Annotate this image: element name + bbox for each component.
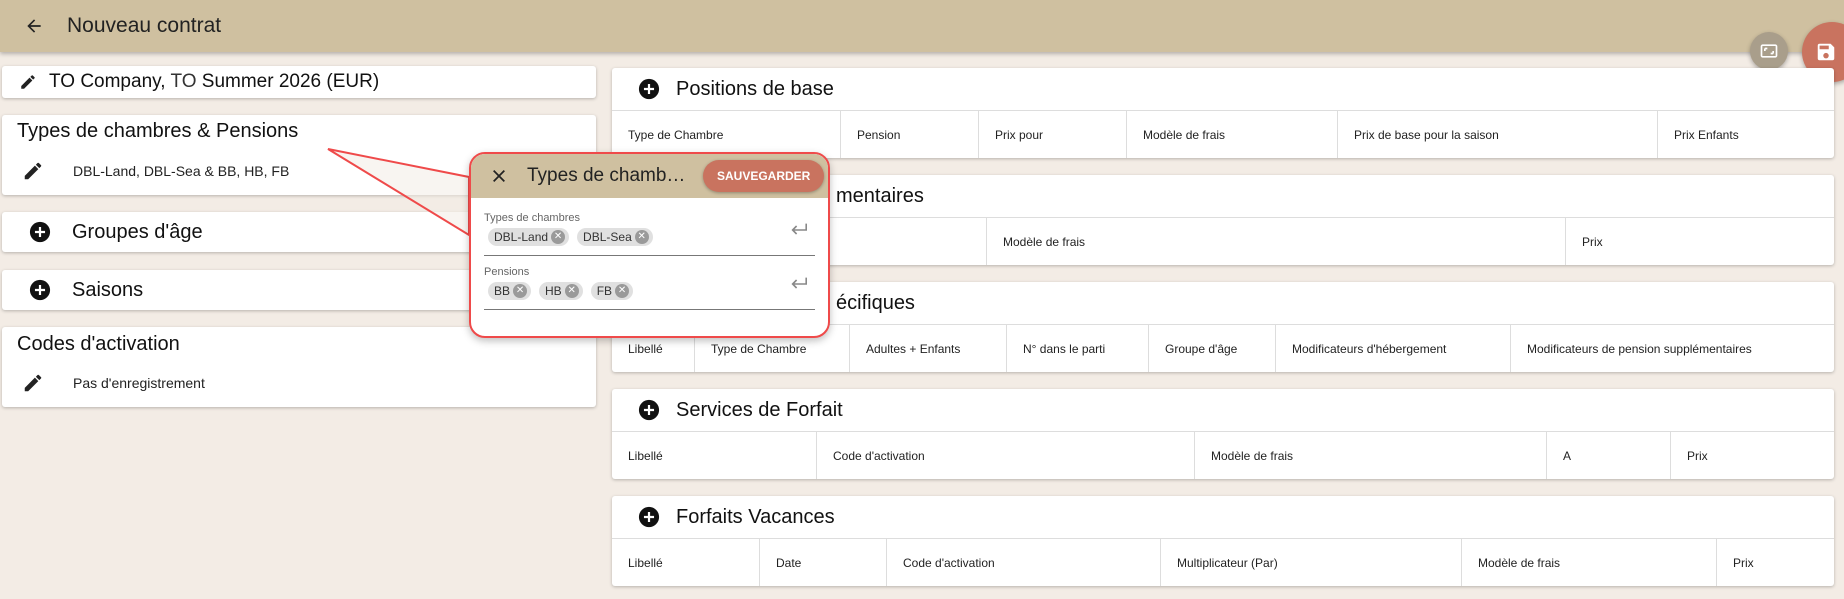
column-header[interactable]: A [1547,432,1671,479]
add-circle-icon[interactable] [29,221,51,243]
close-icon[interactable] [491,168,507,184]
activation-codes-card: Codes d'activation Pas d'enregistrement [2,327,596,407]
section-title: Services de Forfait [676,398,843,421]
room-types-field[interactable]: Types de chambres DBL-Land ✕ DBL-Sea ✕ [484,202,815,256]
column-header[interactable]: Modèle de frais [1127,111,1338,158]
column-header[interactable]: Libellé [612,432,817,479]
remove-chip-icon[interactable]: ✕ [513,284,528,298]
contract-company: TO Company, [49,71,171,92]
column-header[interactable]: Prix pour [979,111,1127,158]
table-header: Type de Chambre Pension Prix pour Modèle… [612,110,1834,158]
field-label: Types de chambres [484,212,580,224]
column-header[interactable]: Modèle de frais [1462,539,1717,586]
chip-label: DBL-Land [494,230,549,244]
section-card: Forfaits Vacances Libellé Date Code d'ac… [612,496,1834,586]
chip: HB ✕ [539,282,583,300]
pencil-icon[interactable] [22,160,44,182]
column-header[interactable]: Modèle de frais [987,218,1566,265]
enter-icon[interactable] [789,222,809,238]
room-types-title: Types de chambres & Pensions [17,120,299,142]
remove-chip-icon[interactable]: ✕ [551,230,566,244]
age-groups-title: Groupes d'âge [72,220,203,243]
save-icon [1817,43,1835,61]
contract-summary-card[interactable]: TO Company, TO Summer 2026 (EUR) [2,66,596,98]
column-header[interactable]: Prix [1671,432,1834,479]
chip-list: BB ✕ HB ✕ FB ✕ [488,282,641,300]
column-header[interactable]: Code d'activation [887,539,1161,586]
popover-save-button[interactable]: SAUVEGARDER [703,160,825,192]
column-header[interactable]: Prix [1566,218,1834,265]
page-title: Nouveau contrat [67,14,222,37]
section-title: écifiques [836,291,915,314]
column-header[interactable]: Pension [841,111,979,158]
add-circle-icon[interactable] [638,506,660,528]
chip-label: DBL-Sea [583,230,632,244]
contract-operator: TO [170,71,197,92]
room-types-popover: Types de chambres & Pensions SAUVEGARDER… [469,152,830,338]
remove-chip-icon[interactable]: ✕ [564,284,579,298]
column-header[interactable]: N° dans le parti [1007,325,1149,372]
fullscreen-icon [1760,44,1778,58]
enter-icon[interactable] [789,276,809,292]
section-title: Forfaits Vacances [676,505,835,528]
column-header[interactable]: Modèle de frais [1195,432,1547,479]
column-header[interactable]: Groupe d'âge [1149,325,1276,372]
seasons-title: Saisons [72,278,144,301]
arrow-left-icon [27,19,41,33]
fullscreen-button[interactable] [1750,32,1788,70]
chip: FB ✕ [590,282,634,300]
room-types-value: DBL-Land, DBL-Sea & BB, HB, FB [73,163,290,179]
column-header[interactable]: Libellé [612,539,760,586]
column-header[interactable]: Prix [1717,539,1834,586]
chip-list: DBL-Land ✕ DBL-Sea ✕ [488,228,661,246]
column-header[interactable]: Multiplicateur (Par) [1161,539,1462,586]
column-header[interactable]: Modificateurs de pension supplémentaires [1511,325,1834,372]
column-header[interactable]: Modificateurs d'hébergement [1276,325,1511,372]
column-header[interactable]: Adultes + Enfants [850,325,1007,372]
app-header: Nouveau contrat [0,0,1844,52]
chip: DBL-Land ✕ [488,228,570,246]
add-circle-icon[interactable] [638,399,660,421]
table-header: Libellé Date Code d'activation Multiplic… [612,538,1834,586]
remove-chip-icon[interactable]: ✕ [634,230,649,244]
column-header[interactable]: Prix de base pour la saison [1338,111,1658,158]
chip-label: HB [545,284,562,298]
pencil-icon[interactable] [19,73,37,91]
column-header[interactable]: Date [760,539,887,586]
chip: BB ✕ [488,282,532,300]
contract-season: Summer 2026 (EUR) [196,71,380,92]
add-circle-icon[interactable] [638,78,660,100]
column-header[interactable]: Prix Enfants [1658,111,1834,158]
back-button[interactable] [16,8,52,44]
popover-header: Types de chambres & Pensions SAUVEGARDER [471,154,828,198]
table-header: Libellé Code d'activation Modèle de frai… [612,431,1834,479]
section-title: mentaires [836,184,924,207]
chip: DBL-Sea ✕ [577,228,653,246]
chip-label: BB [494,284,511,298]
section-title: Positions de base [676,77,834,100]
popover-title: Types de chambres & Pensions [527,165,689,186]
chip-label: FB [596,284,613,298]
section-card: Services de Forfait Libellé Code d'activ… [612,389,1834,479]
remove-chip-icon[interactable]: ✕ [615,284,630,298]
column-header[interactable]: Code d'activation [817,432,1195,479]
activation-codes-value: Pas d'enregistrement [73,375,205,391]
pencil-icon[interactable] [22,372,44,394]
column-header[interactable]: Type de Chambre [612,111,841,158]
add-circle-icon[interactable] [29,279,51,301]
pensions-field[interactable]: Pensions BB ✕ HB ✕ FB ✕ [484,256,815,310]
activation-codes-title: Codes d'activation [17,333,180,355]
section-card: Positions de base Type de Chambre Pensio… [612,68,1834,158]
field-label: Pensions [484,266,530,278]
